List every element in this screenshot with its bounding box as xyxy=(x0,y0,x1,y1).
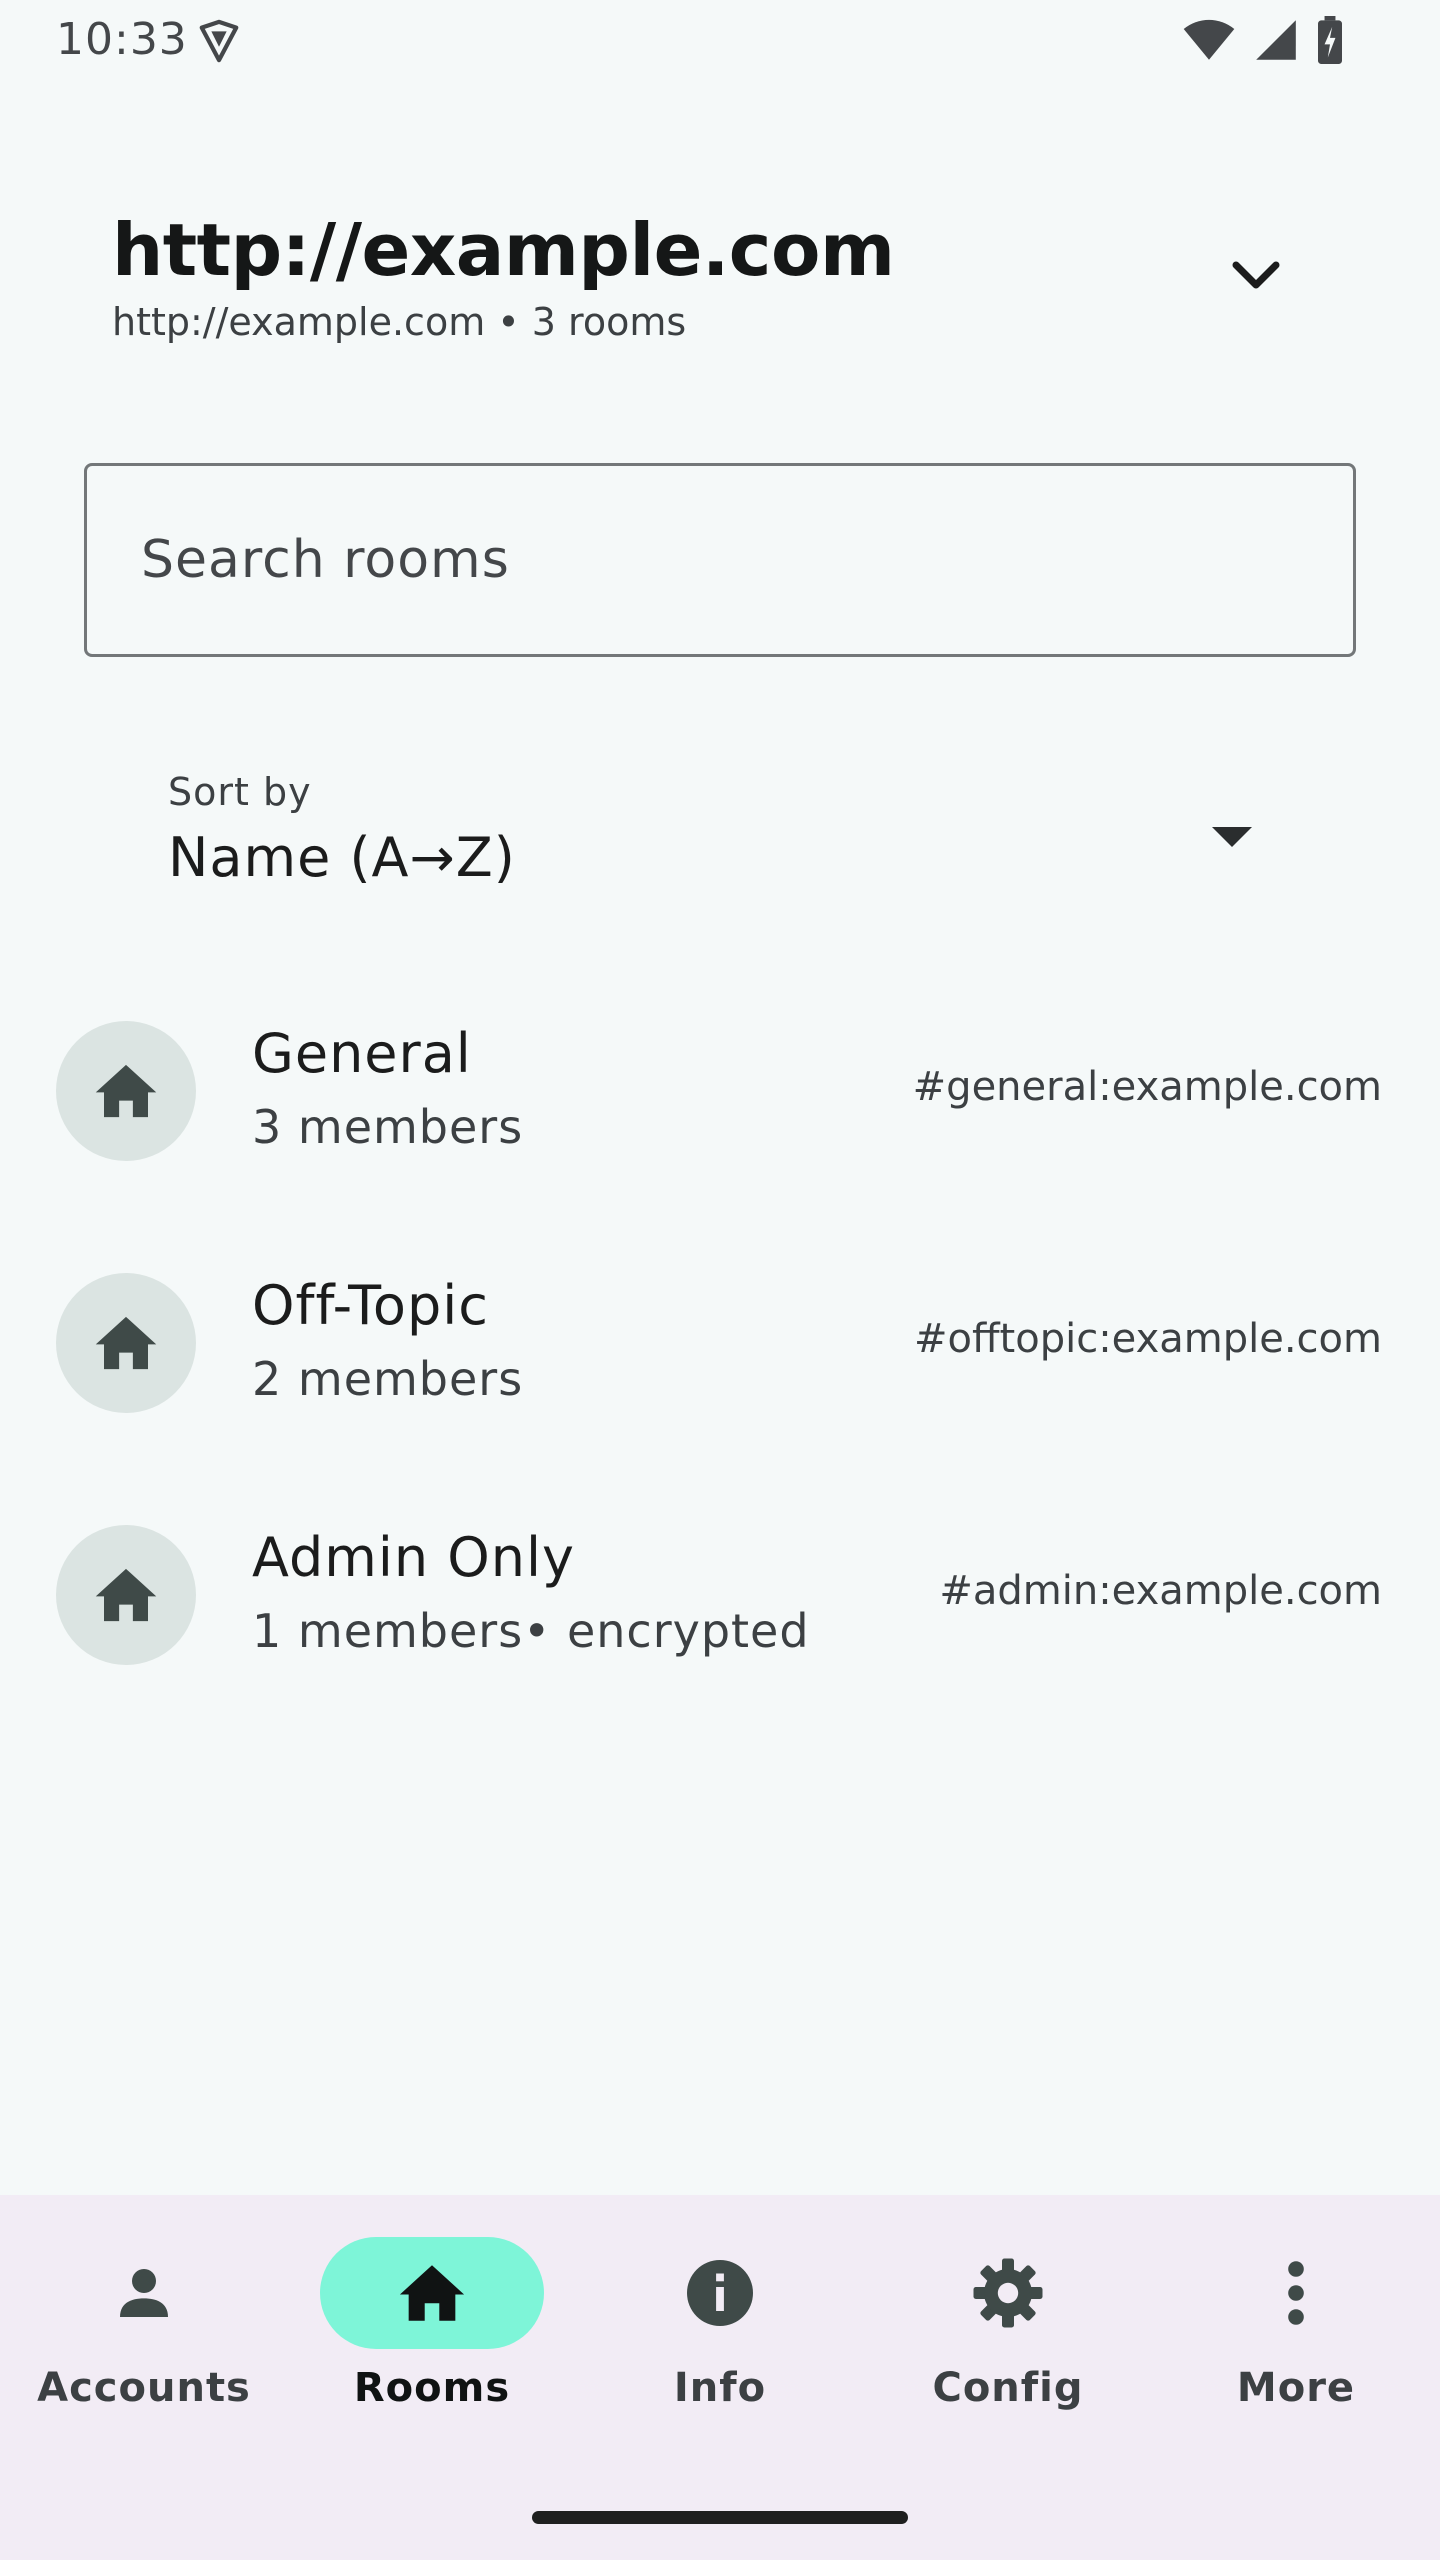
info-icon xyxy=(687,2260,753,2326)
rooms-list: General 3 members #general:example.com O… xyxy=(0,1000,1440,1756)
server-subtitle: http://example.com • 3 rooms xyxy=(112,300,687,344)
nav-label: More xyxy=(1236,2365,1356,2411)
nav-item-accounts[interactable]: Accounts xyxy=(0,2195,288,2495)
gear-icon xyxy=(973,2258,1043,2328)
person-icon xyxy=(120,2269,168,2317)
room-members: 3 members xyxy=(252,1100,524,1154)
room-item-offtopic[interactable]: Off-Topic 2 members #offtopic:example.co… xyxy=(0,1252,1440,1504)
room-members: 1 members• encrypted xyxy=(252,1604,810,1658)
battery-charging-icon xyxy=(1318,16,1342,64)
search-input[interactable] xyxy=(87,466,1353,654)
nav-item-more[interactable]: More xyxy=(1152,2195,1440,2495)
cell-signal-icon xyxy=(1256,20,1296,60)
more-vert-icon xyxy=(1288,2261,1304,2325)
nav-item-config[interactable]: Config xyxy=(864,2195,1152,2495)
expand-button[interactable] xyxy=(1220,240,1292,312)
room-avatar xyxy=(56,1525,196,1665)
nav-indicator xyxy=(896,2237,1120,2349)
home-icon xyxy=(95,1568,157,1622)
status-icons xyxy=(1182,16,1344,64)
dropdown-arrow-icon xyxy=(1212,827,1252,847)
room-name: Off-Topic xyxy=(252,1274,489,1337)
room-item-general[interactable]: General 3 members #general:example.com xyxy=(0,1000,1440,1252)
nav-label: Rooms xyxy=(353,2365,511,2411)
room-name: General xyxy=(252,1022,472,1085)
room-alias: #general:example.com xyxy=(912,1064,1382,1110)
bottom-navigation: Accounts Rooms Info Config More xyxy=(0,2195,1440,2560)
home-icon xyxy=(399,2265,465,2321)
nav-label: Accounts xyxy=(37,2365,251,2411)
sort-value: Name (A→Z) xyxy=(168,826,516,889)
room-avatar xyxy=(56,1021,196,1161)
status-bar: 10:33 xyxy=(0,0,1440,80)
wifi-icon xyxy=(1183,19,1235,60)
home-icon xyxy=(95,1316,157,1370)
home-icon xyxy=(95,1064,157,1118)
search-field[interactable] xyxy=(84,463,1356,657)
nav-label: Config xyxy=(932,2365,1084,2411)
nav-item-info[interactable]: Info xyxy=(576,2195,864,2495)
nav-label: Info xyxy=(673,2365,767,2411)
room-alias: #offtopic:example.com xyxy=(914,1316,1382,1362)
sort-label: Sort by xyxy=(168,770,312,814)
nav-indicator xyxy=(320,2237,544,2349)
nav-indicator xyxy=(32,2237,256,2349)
room-avatar xyxy=(56,1273,196,1413)
room-members: 2 members xyxy=(252,1352,524,1406)
home-indicator[interactable] xyxy=(532,2511,908,2524)
server-title: http://example.com xyxy=(112,208,895,292)
sort-dropdown[interactable]: Sort by Name (A→Z) xyxy=(112,750,1312,910)
room-alias: #admin:example.com xyxy=(939,1568,1382,1614)
chevron-down-icon xyxy=(1232,261,1280,289)
nav-indicator xyxy=(608,2237,832,2349)
room-name: Admin Only xyxy=(252,1526,575,1589)
nav-item-rooms[interactable]: Rooms xyxy=(288,2195,576,2495)
status-time: 10:33 xyxy=(56,14,188,65)
nav-indicator xyxy=(1184,2237,1408,2349)
shield-icon xyxy=(199,19,239,63)
room-item-admin[interactable]: Admin Only 1 members• encrypted #admin:e… xyxy=(0,1504,1440,1756)
